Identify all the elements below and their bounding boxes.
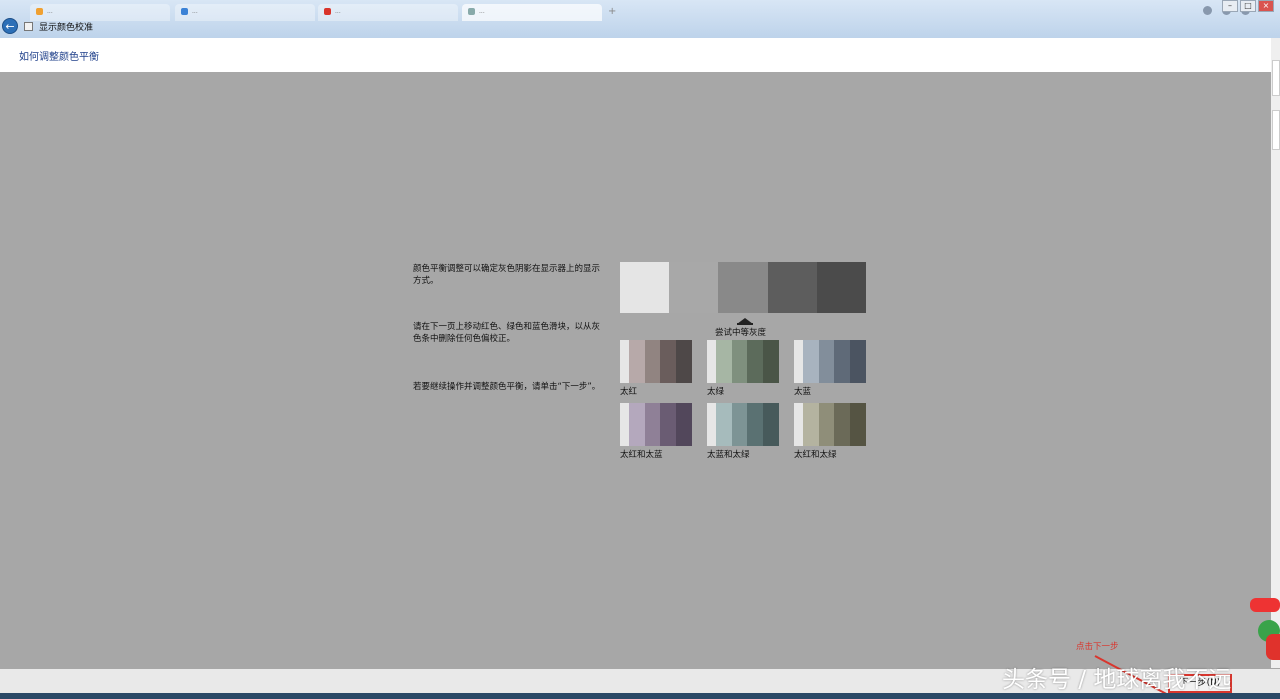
gray-level-block	[669, 262, 719, 313]
swatch-color-block	[628, 403, 645, 446]
swatch-color-block	[850, 403, 867, 446]
side-tab[interactable]	[1272, 60, 1280, 96]
tab-favicon-icon	[324, 8, 331, 15]
color-cast-swatch	[707, 403, 780, 446]
page-title: 如何调整颜色平衡	[19, 52, 99, 63]
swatch-color-block	[763, 403, 780, 446]
swatch-color-block	[747, 340, 764, 383]
swatch-color-block	[707, 340, 716, 383]
instruction-paragraph: 若要继续操作并调整颜色平衡，请单击“下一步”。	[413, 382, 601, 392]
color-cast-swatch	[620, 403, 693, 446]
tab-favicon-icon	[36, 8, 43, 15]
minimize-button[interactable]: –	[1222, 0, 1238, 12]
side-tab[interactable]	[1272, 110, 1280, 150]
swatch-color-block	[660, 340, 677, 383]
swatch-color-block	[620, 340, 629, 383]
swatch-color-block	[794, 340, 803, 383]
midtone-marker-line	[737, 323, 753, 325]
taskbar	[0, 693, 1280, 699]
instruction-paragraph: 颜色平衡调整可以确定灰色阴影在显示器上的显示方式。	[413, 264, 601, 286]
color-cast-swatch	[794, 340, 867, 383]
swatch-color-block	[644, 340, 661, 383]
watermark: 头条号 / 地球离我不远	[1002, 667, 1232, 693]
swatch-color-block	[763, 340, 780, 383]
new-tab-icon[interactable]: +	[608, 6, 616, 17]
swatch-label: 太绿	[707, 387, 725, 397]
browser-tab-active[interactable]: ...	[462, 4, 602, 21]
swatch-color-block	[660, 403, 677, 446]
maximize-button[interactable]: □	[1240, 0, 1256, 12]
swatch-color-block	[676, 403, 693, 446]
swatch-color-block	[802, 403, 819, 446]
dialog-title: 显示颜色校准	[39, 22, 94, 33]
swatch-label: 太蓝	[794, 387, 812, 397]
swatch-color-block	[628, 340, 645, 383]
swatch-color-block	[850, 340, 867, 383]
swatch-color-block	[794, 403, 803, 446]
color-cast-swatch	[707, 340, 780, 383]
gray-level-block	[718, 262, 768, 313]
back-arrow-icon[interactable]: ←	[2, 18, 18, 34]
color-cast-swatch	[794, 403, 867, 446]
swatch-label: 太红和太蓝	[620, 450, 663, 460]
browser-tab[interactable]: ...	[318, 4, 458, 21]
swatch-color-block	[834, 340, 851, 383]
promo-side-icon[interactable]	[1266, 634, 1280, 660]
gray-level-block	[767, 262, 817, 313]
swatch-label: 太红和太绿	[794, 450, 837, 460]
annotation-text: 点击下一步	[1076, 642, 1119, 652]
toolbar-icon[interactable]	[1203, 6, 1212, 15]
color-cast-swatch	[620, 340, 693, 383]
calibration-app-icon	[24, 21, 33, 31]
swatch-color-block	[731, 403, 748, 446]
instruction-paragraph: 请在下一页上移动红色、绿色和蓝色滑块，以从灰色条中删除任何色偏校正。	[413, 322, 601, 344]
swatch-color-block	[620, 403, 629, 446]
swatch-color-block	[747, 403, 764, 446]
dialog-title-bar: ← 显示颜色校准	[0, 17, 200, 35]
swatch-color-block	[818, 340, 835, 383]
swatch-color-block	[707, 403, 716, 446]
swatch-color-block	[676, 340, 693, 383]
swatch-label: 太蓝和太绿	[707, 450, 750, 460]
tab-favicon-icon	[468, 8, 475, 15]
swatch-label: 太红	[620, 387, 638, 397]
swatch-color-block	[731, 340, 748, 383]
promo-badge-icon[interactable]	[1250, 598, 1280, 612]
swatch-color-block	[715, 340, 732, 383]
tab-favicon-icon	[181, 8, 188, 15]
gray-reference-strip	[620, 262, 867, 313]
swatch-color-block	[715, 403, 732, 446]
gray-level-block	[620, 262, 670, 313]
swatch-color-block	[834, 403, 851, 446]
midtone-label: 尝试中等灰度	[715, 328, 767, 338]
close-button[interactable]: ×	[1258, 0, 1274, 12]
swatch-color-block	[802, 340, 819, 383]
gray-level-block	[816, 262, 867, 313]
header-band: 如何调整颜色平衡	[0, 38, 1280, 72]
window-controls: – □ ×	[1222, 0, 1274, 12]
swatch-color-block	[818, 403, 835, 446]
swatch-color-block	[644, 403, 661, 446]
